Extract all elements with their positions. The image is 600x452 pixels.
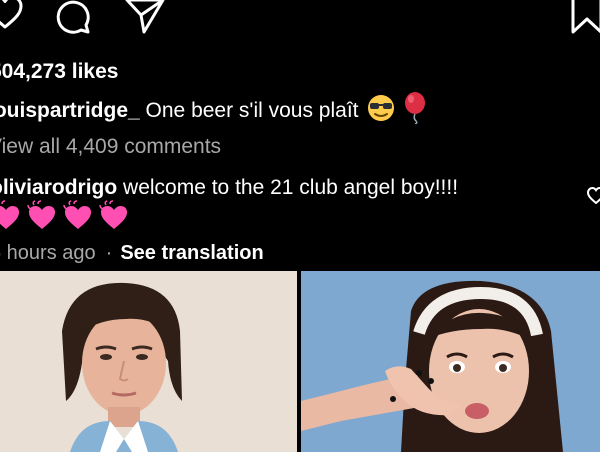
heart-emoji-icon (99, 200, 127, 229)
post-meta-row: 5 hours ago · See translation (0, 240, 264, 266)
sunglasses-emoji-icon (366, 93, 396, 130)
bookmark-icon[interactable] (570, 0, 600, 36)
caption: louispartridge_ One beer s'il vous plaît (0, 92, 428, 131)
comment-text: welcome to the 21 club angel boy!!!! (117, 176, 459, 199)
comment-heart-icon[interactable] (586, 186, 600, 206)
comment-username[interactable]: oliviarodrigo (0, 176, 117, 199)
likes-count[interactable]: 504,273 likes (0, 59, 118, 85)
portrait-man-image (0, 271, 297, 452)
heart-emoji-icon (0, 200, 19, 229)
heart-icon[interactable] (0, 0, 24, 32)
view-all-comments-link[interactable]: View all 4,409 comments (0, 134, 221, 160)
caption-username[interactable]: louispartridge_ (0, 99, 140, 122)
comment-icon[interactable] (54, 0, 94, 37)
next-post-photos (0, 271, 600, 452)
heart-emoji-icon (63, 200, 91, 229)
photo-right[interactable] (301, 271, 600, 452)
caption-text: One beer s'il vous plaît (139, 99, 359, 123)
see-translation-link[interactable]: See translation (120, 242, 263, 264)
post-action-bar (0, 0, 600, 40)
share-icon[interactable] (124, 0, 166, 36)
photo-left[interactable] (0, 271, 297, 452)
separator-dot: · (105, 242, 113, 264)
balloon-emoji-icon (402, 92, 428, 131)
portrait-woman-image (301, 271, 600, 452)
heart-emoji-icon (27, 200, 55, 229)
top-comment: oliviarodrigo welcome to the 21 club ang… (0, 175, 458, 201)
post-timestamp: 5 hours ago (0, 242, 96, 264)
